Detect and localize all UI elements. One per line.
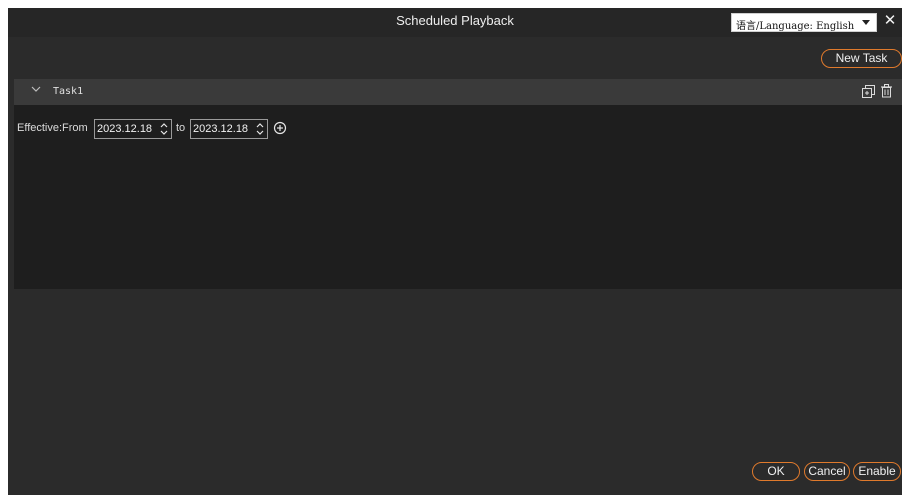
spin-arrows-icon[interactable] <box>256 122 264 136</box>
ok-button[interactable]: OK <box>752 462 800 481</box>
to-label: to <box>176 122 186 134</box>
task-body: Effective:From 2023.12.18 to 2023.12.18 <box>14 105 902 289</box>
chevron-down-icon[interactable] <box>31 84 41 94</box>
from-date-value: 2023.12.18 <box>97 123 153 135</box>
dropdown-caret-icon <box>862 20 870 25</box>
close-icon[interactable]: ✕ <box>882 12 898 30</box>
language-select-value: 语言/Language: English <box>736 21 855 32</box>
scheduled-playback-window: Scheduled Playback 语言/Language: English … <box>8 8 902 495</box>
to-date-input[interactable]: 2023.12.18 <box>190 119 268 139</box>
cancel-button[interactable]: Cancel <box>804 462 850 481</box>
enable-button[interactable]: Enable <box>853 462 901 481</box>
from-date-input[interactable]: 2023.12.18 <box>94 119 172 139</box>
trash-icon[interactable] <box>880 84 893 98</box>
title-bar: Scheduled Playback 语言/Language: English … <box>8 8 902 37</box>
effective-from-label: Effective:From <box>17 122 88 134</box>
to-date-value: 2023.12.18 <box>193 123 249 135</box>
task-name: Task1 <box>53 86 84 97</box>
spin-arrows-icon[interactable] <box>160 122 168 136</box>
language-select[interactable]: 语言/Language: English <box>731 13 877 32</box>
new-task-button[interactable]: New Task <box>821 49 902 68</box>
add-circle-icon[interactable] <box>273 121 287 135</box>
copy-icon[interactable] <box>862 85 875 98</box>
task-header[interactable]: Task1 <box>14 79 902 105</box>
